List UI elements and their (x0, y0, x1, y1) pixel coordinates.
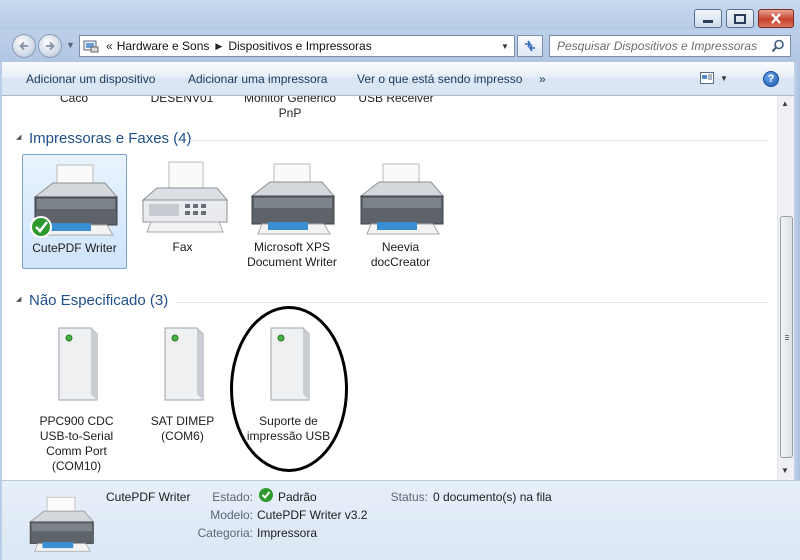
details-categoria-label: Categoria: (197, 526, 253, 540)
device-label: Microsoft XPS Document Writer (247, 240, 337, 269)
device-label: Neevia docCreator (370, 240, 431, 269)
device-label: SAT DIMEP (COM6) (150, 414, 215, 443)
help-button[interactable]: ? (763, 71, 779, 87)
collapse-unspecified-icon[interactable]: ◢ (16, 295, 21, 303)
details-pane: CutePDF Writer Estado: Padrão Status: 0 … (2, 480, 800, 560)
scroll-down-icon[interactable]: ▼ (781, 466, 789, 475)
minimize-icon (703, 19, 713, 23)
add-device-button[interactable]: Adicionar um dispositivo (26, 72, 155, 86)
view-dropdown-icon: ▼ (720, 73, 728, 83)
add-printer-button[interactable]: Adicionar uma impressora (188, 72, 327, 86)
close-button[interactable] (758, 9, 794, 28)
address-bar[interactable]: « Hardware e Sons ▶ Dispositivos e Impre… (79, 35, 515, 57)
address-row: ▼ « Hardware e Sons ▶ Dispositivos e Imp… (0, 30, 800, 62)
search-icon[interactable] (771, 39, 785, 53)
details-modelo-value: CutePDF Writer v3.2 (257, 508, 368, 522)
device-neevia-doccreator[interactable]: Neevia docCreator (348, 154, 453, 270)
printer-icon (250, 163, 336, 235)
group-divider (176, 302, 768, 303)
command-bar: Adicionar um dispositivo Adicionar uma i… (2, 62, 798, 96)
maximize-icon (734, 13, 746, 24)
breadcrumb-hardware-e-sons[interactable]: Hardware e Sons (117, 39, 210, 53)
refresh-icon (525, 40, 535, 52)
printer-icon (29, 164, 118, 238)
details-modelo-label: Modelo: (210, 508, 253, 522)
details-categoria-value: Impressora (257, 526, 318, 540)
breadcrumb-dispositivos-e-impressoras[interactable]: Dispositivos e Impressoras (228, 39, 371, 53)
device-fax[interactable]: Fax (130, 154, 235, 255)
default-check-icon (259, 488, 273, 502)
breadcrumb-arrow-icon[interactable]: ▶ (215, 41, 222, 52)
device-label: PPC900 CDC USB-to-Serial Comm Port (COM1… (39, 414, 114, 473)
forward-button[interactable] (38, 34, 62, 58)
help-icon: ? (767, 73, 775, 85)
minimize-button[interactable] (694, 9, 722, 28)
device-sat-dimep[interactable]: SAT DIMEP (COM6) (130, 322, 235, 444)
device-label: Fax (172, 240, 193, 254)
back-button[interactable] (12, 34, 36, 58)
see-printing-button[interactable]: Ver o que está sendo impresso (357, 72, 522, 86)
details-status-label: Status: (390, 490, 428, 504)
devices-content-area: Caco DESENV01 Monitor Genérico PnP USB R… (2, 96, 777, 480)
back-arrow-icon (19, 41, 28, 51)
device-label-monitor[interactable]: Monitor Genérico PnP (235, 96, 345, 121)
scroll-grip (785, 335, 789, 336)
fax-icon (141, 161, 228, 233)
generic-device-icon (58, 327, 97, 401)
scroll-up-icon[interactable]: ▲ (781, 99, 789, 108)
device-label-desenv01[interactable]: DESENV01 (142, 96, 222, 105)
more-commands-button[interactable]: » (539, 72, 546, 86)
scroll-thumb[interactable] (780, 216, 793, 458)
window-title-bar (0, 0, 800, 30)
vertical-scrollbar[interactable]: ▲ ▼ (777, 96, 794, 480)
group-title-unspecified[interactable]: Não Especificado (3) (29, 292, 168, 309)
details-status-value: 0 documento(s) na fila (433, 490, 552, 504)
device-label: CutePDF Writer (32, 241, 117, 255)
refresh-button[interactable] (517, 35, 543, 57)
device-ppc900[interactable]: PPC900 CDC USB-to-Serial Comm Port (COM1… (24, 322, 129, 474)
generic-device-icon (164, 327, 203, 401)
group-title-printers[interactable]: Impressoras e Faxes (4) (29, 130, 192, 147)
close-icon (771, 13, 781, 24)
printer-icon (359, 163, 444, 235)
address-dropdown-icon[interactable]: ▼ (496, 36, 514, 56)
view-icon (700, 72, 714, 84)
printer-icon (29, 496, 95, 552)
breadcrumb-overflow[interactable]: « (102, 39, 117, 53)
device-label-usb-receiver[interactable]: USB Receiver (346, 96, 446, 105)
details-estado-value: Padrão (278, 490, 317, 504)
annotation-circle (230, 306, 348, 472)
search-box (549, 35, 791, 57)
recent-pages-dropdown[interactable]: ▼ (66, 40, 75, 50)
details-estado-label: Estado: (212, 490, 253, 504)
device-microsoft-xps[interactable]: Microsoft XPS Document Writer (236, 154, 348, 270)
group-divider (190, 140, 768, 141)
device-cutepdf-writer[interactable]: CutePDF Writer (22, 154, 127, 269)
search-input[interactable] (550, 36, 760, 56)
forward-arrow-icon (46, 41, 55, 51)
change-view-button[interactable]: ▼ (700, 72, 728, 84)
maximize-button[interactable] (726, 9, 754, 28)
device-label-caco[interactable]: Caco (43, 96, 105, 105)
collapse-printers-icon[interactable]: ◢ (16, 133, 21, 141)
control-panel-icon (80, 36, 102, 56)
